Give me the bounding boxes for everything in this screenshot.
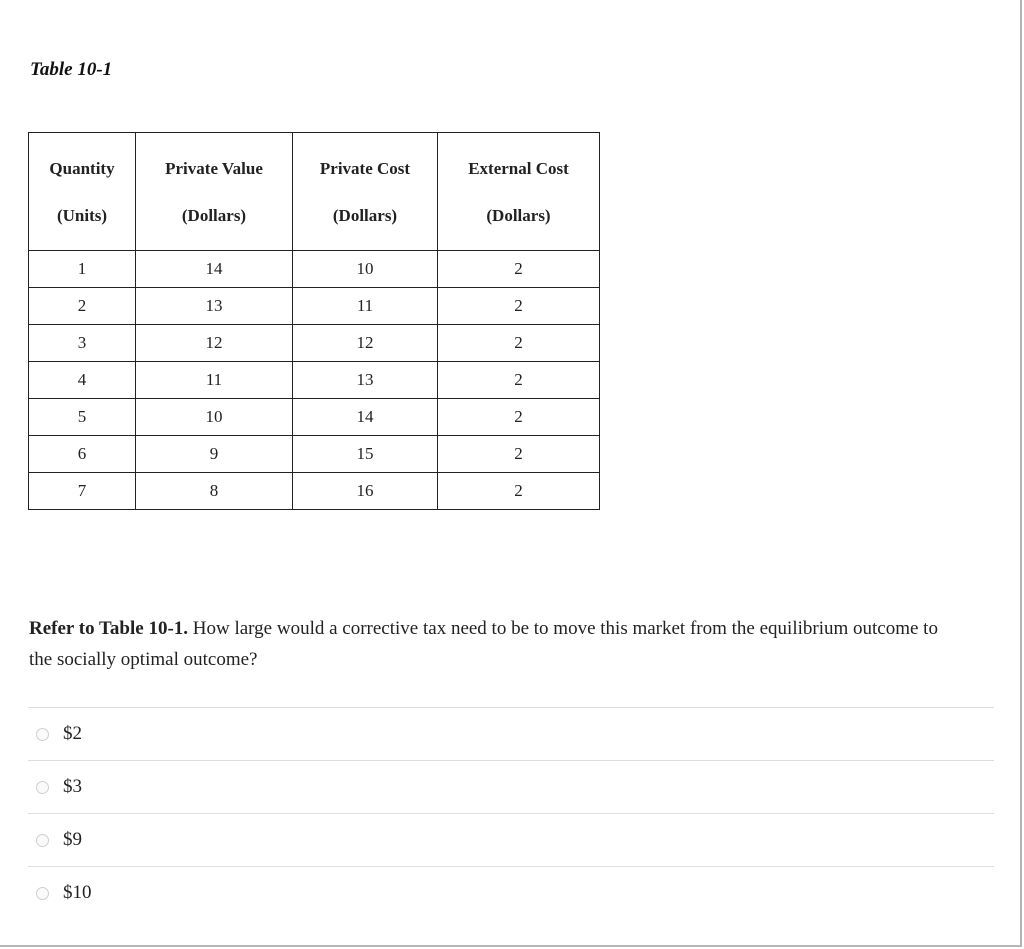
cell-private-value: 12 — [135, 324, 293, 362]
cell-external-cost: 2 — [437, 435, 600, 473]
radio-button[interactable] — [36, 833, 49, 847]
answer-option[interactable]: $3 — [28, 760, 994, 813]
table-title: Table 10-1 — [30, 59, 113, 80]
cell-external-cost: 2 — [437, 324, 600, 362]
table-row: 2 13 11 2 — [28, 287, 600, 325]
header-unit: (Dollars) — [181, 205, 247, 225]
cell-private-value: 13 — [135, 287, 293, 325]
radio-button[interactable] — [36, 886, 49, 900]
answer-option[interactable]: $9 — [28, 813, 994, 866]
option-label: $3 — [63, 776, 82, 797]
cell-external-cost: 2 — [437, 287, 600, 325]
cell-private-value: 8 — [135, 472, 293, 510]
header-private-value: Private Value (Dollars) — [135, 132, 293, 251]
header-label: Quantity — [49, 158, 115, 178]
cell-external-cost: 2 — [437, 472, 600, 510]
cell-private-value: 9 — [135, 435, 293, 473]
header-unit: (Units) — [56, 205, 108, 225]
answer-options: $2 $3 $9 $10 — [28, 707, 994, 919]
table-row: 5 10 14 2 — [28, 398, 600, 436]
cell-quantity: 1 — [28, 250, 136, 288]
radio-button[interactable] — [36, 727, 49, 741]
cell-quantity: 4 — [28, 361, 136, 399]
table-row: 3 12 12 2 — [28, 324, 600, 362]
page-frame: Table 10-1 Quantity (Units) Private Valu… — [0, 0, 1022, 947]
table-row: 4 11 13 2 — [28, 361, 600, 399]
table-row: 7 8 16 2 — [28, 472, 600, 510]
cell-private-cost: 15 — [292, 435, 438, 473]
cell-private-cost: 13 — [292, 361, 438, 399]
cell-private-cost: 16 — [292, 472, 438, 510]
header-external-cost: External Cost (Dollars) — [437, 132, 600, 251]
header-label: External Cost — [468, 158, 569, 178]
header-label: Private Cost — [319, 158, 411, 178]
option-label: $9 — [63, 829, 82, 850]
header-quantity: Quantity (Units) — [28, 132, 136, 251]
table-row: 6 9 15 2 — [28, 435, 600, 473]
cell-quantity: 6 — [28, 435, 136, 473]
cell-external-cost: 2 — [437, 361, 600, 399]
cell-private-cost: 11 — [292, 287, 438, 325]
table-header-row: Quantity (Units) Private Value (Dollars)… — [28, 132, 600, 251]
cell-external-cost: 2 — [437, 398, 600, 436]
cell-quantity: 5 — [28, 398, 136, 436]
cell-private-cost: 12 — [292, 324, 438, 362]
answer-option[interactable]: $2 — [28, 707, 994, 760]
cell-quantity: 3 — [28, 324, 136, 362]
cell-private-value: 11 — [135, 361, 293, 399]
cell-private-value: 14 — [135, 250, 293, 288]
data-table: Quantity (Units) Private Value (Dollars)… — [28, 132, 600, 510]
cell-quantity: 7 — [28, 472, 136, 510]
option-label: $2 — [63, 723, 82, 744]
header-unit: (Dollars) — [486, 205, 551, 225]
table-row: 1 14 10 2 — [28, 250, 600, 288]
header-unit: (Dollars) — [332, 205, 398, 225]
cell-private-cost: 10 — [292, 250, 438, 288]
radio-button[interactable] — [36, 780, 49, 794]
cell-external-cost: 2 — [437, 250, 600, 288]
header-label: Private Value — [165, 158, 263, 178]
answer-option[interactable]: $10 — [28, 866, 994, 919]
option-label: $10 — [63, 882, 92, 903]
question-reference: Refer to Table 10-1. — [29, 618, 189, 639]
cell-private-value: 10 — [135, 398, 293, 436]
question-text: Refer to Table 10-1. How large would a c… — [29, 613, 959, 675]
header-private-cost: Private Cost (Dollars) — [292, 132, 438, 251]
cell-private-cost: 14 — [292, 398, 438, 436]
cell-quantity: 2 — [28, 287, 136, 325]
